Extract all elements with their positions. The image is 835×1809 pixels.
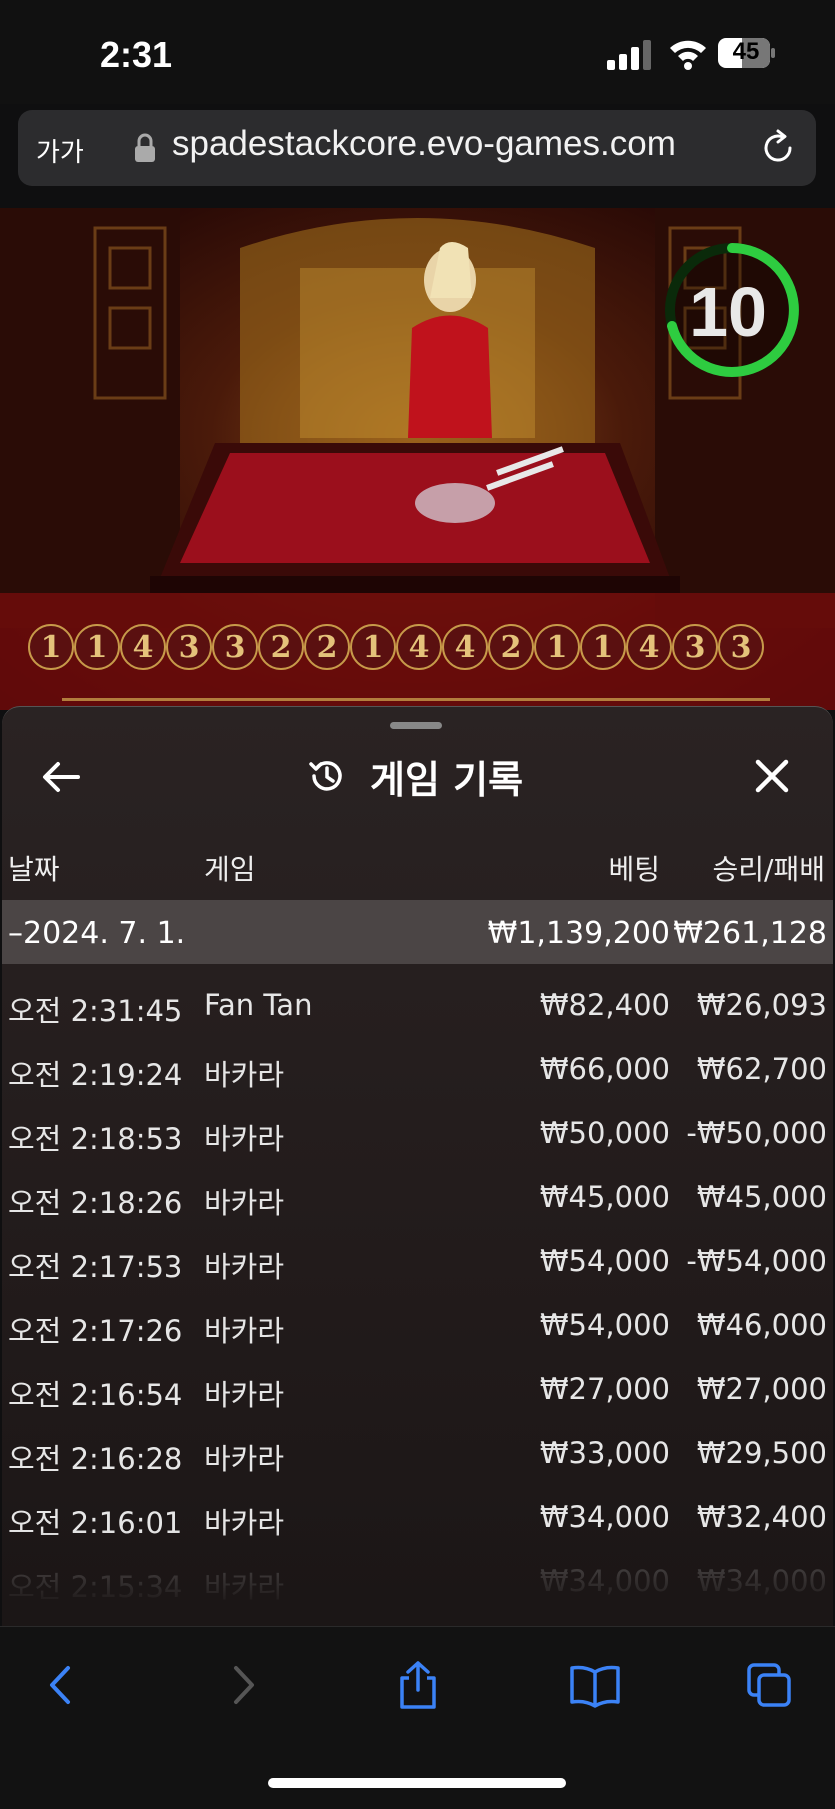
close-icon[interactable] <box>752 756 792 796</box>
summary-date: –2024. 7. 1. <box>8 916 186 951</box>
road-bead: 1 <box>580 624 626 670</box>
road-bead: 2 <box>258 624 304 670</box>
row-winloss: ₩26,093 <box>696 988 827 1022</box>
bookmarks-icon[interactable] <box>568 1660 622 1710</box>
back-arrow-icon[interactable] <box>40 756 82 798</box>
row-time: 오전 2:18:53 <box>8 1122 183 1156</box>
road-bead: 3 <box>212 624 258 670</box>
row-time: 오전 2:18:26 <box>8 1186 183 1220</box>
text-size-button[interactable]: 가가 <box>36 132 84 169</box>
panel-title: 게임 기록 <box>370 758 524 802</box>
row-winloss: ₩27,000 <box>696 1372 827 1406</box>
battery-indicator: 45 <box>718 38 776 68</box>
row-game: 바카라 <box>204 1250 285 1284</box>
list-fade-overlay <box>2 1530 833 1630</box>
row-time: 오전 2:16:28 <box>8 1442 183 1476</box>
road-bead: 1 <box>74 624 120 670</box>
row-winloss: -₩54,000 <box>686 1244 827 1278</box>
row-time: 오전 2:19:24 <box>8 1058 183 1092</box>
row-bet: ₩66,000 <box>539 1052 670 1086</box>
row-game: 바카라 <box>204 1378 285 1412</box>
row-winloss: ₩29,500 <box>696 1436 827 1470</box>
road-bead: 4 <box>120 624 166 670</box>
home-indicator[interactable] <box>268 1778 566 1788</box>
row-bet: ₩45,000 <box>539 1180 670 1214</box>
row-time: 오전 2:17:53 <box>8 1250 183 1284</box>
road-bead: 1 <box>534 624 580 670</box>
row-bet: ₩54,000 <box>539 1244 670 1278</box>
row-game: 바카라 <box>204 1058 285 1092</box>
game-history-panel <box>2 706 833 1627</box>
url-text[interactable]: spadestackcore.evo-games.com <box>172 124 676 164</box>
row-game: 바카라 <box>204 1186 285 1220</box>
row-game: Fan Tan <box>204 988 313 1022</box>
road-bead: 4 <box>626 624 672 670</box>
row-winloss: ₩32,400 <box>696 1500 827 1534</box>
share-icon[interactable] <box>394 1660 442 1710</box>
road-bead: 3 <box>718 624 764 670</box>
road-bead: 1 <box>350 624 396 670</box>
column-header-game: 게임 <box>204 853 256 886</box>
tabs-icon[interactable] <box>746 1660 794 1710</box>
summary-winloss: ₩261,128 <box>673 916 827 951</box>
row-game: 바카라 <box>204 1122 285 1156</box>
road-bead: 2 <box>304 624 350 670</box>
road-bead: 4 <box>396 624 442 670</box>
drag-handle[interactable] <box>390 722 442 729</box>
lock-icon <box>135 133 155 162</box>
row-time: 오전 2:17:26 <box>8 1314 183 1348</box>
row-winloss: ₩62,700 <box>696 1052 827 1086</box>
row-bet: ₩34,000 <box>539 1500 670 1534</box>
column-header-date: 날짜 <box>8 853 60 886</box>
history-icon <box>309 761 342 791</box>
wifi-icon <box>670 40 706 70</box>
battery-level: 45 <box>732 38 760 65</box>
road-bead: 3 <box>672 624 718 670</box>
row-bet: ₩33,000 <box>539 1436 670 1470</box>
column-header-bet: 베팅 <box>608 853 660 886</box>
summary-bet: ₩1,139,200 <box>487 916 670 951</box>
countdown-timer-value: 10 <box>689 273 767 351</box>
row-game: 바카라 <box>204 1314 285 1348</box>
road-bead: 4 <box>442 624 488 670</box>
forward-icon[interactable] <box>218 1660 266 1710</box>
row-time: 오전 2:31:45 <box>8 994 183 1028</box>
result-history-road: 1143322144211433 <box>28 624 764 676</box>
road-bead: 3 <box>166 624 212 670</box>
road-bead: 1 <box>28 624 74 670</box>
row-bet: ₩82,400 <box>539 988 670 1022</box>
row-winloss: -₩50,000 <box>686 1116 827 1150</box>
row-winloss: ₩45,000 <box>696 1180 827 1214</box>
status-time: 2:31 <box>100 34 173 75</box>
row-time: 오전 2:16:54 <box>8 1378 183 1412</box>
reload-icon[interactable] <box>758 128 798 168</box>
column-header-winloss: 승리/패배 <box>712 853 825 886</box>
road-bead: 2 <box>488 624 534 670</box>
back-icon[interactable] <box>38 1660 86 1710</box>
row-game: 바카라 <box>204 1442 285 1476</box>
row-bet: ₩54,000 <box>539 1308 670 1342</box>
row-bet: ₩27,000 <box>539 1372 670 1406</box>
row-winloss: ₩46,000 <box>696 1308 827 1342</box>
cellular-signal-icon <box>607 40 651 70</box>
row-bet: ₩50,000 <box>539 1116 670 1150</box>
